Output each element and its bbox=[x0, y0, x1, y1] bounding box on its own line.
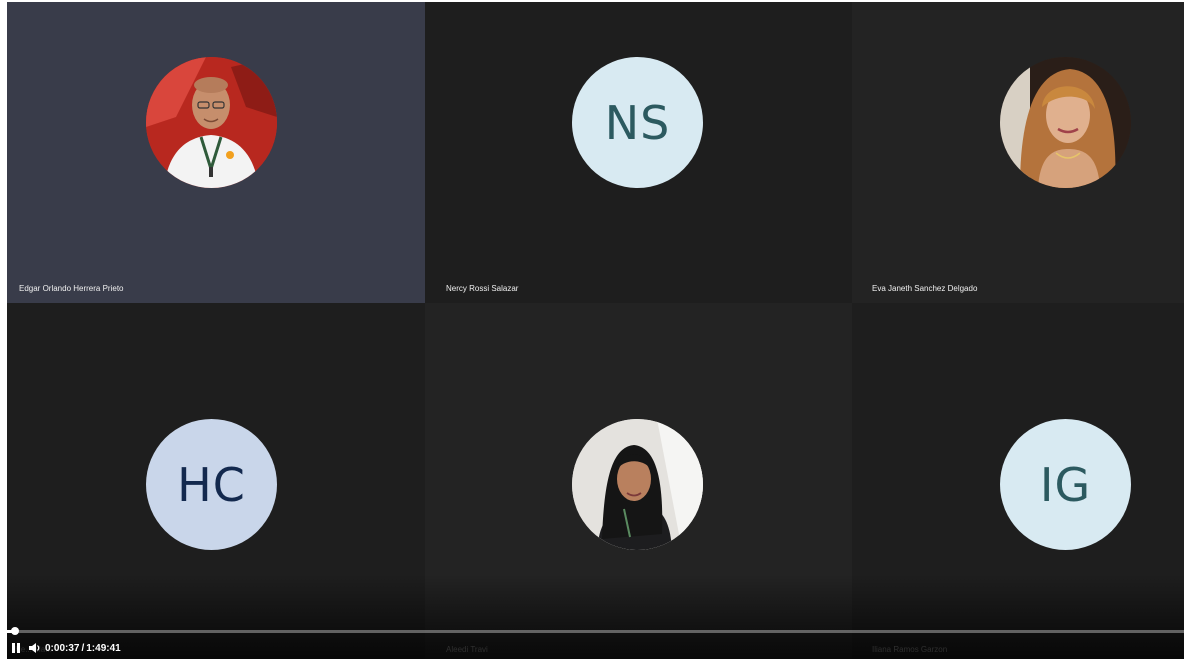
participant-name: Iliana Ramos Garzon bbox=[872, 645, 948, 654]
participant-avatar-photo bbox=[1000, 57, 1131, 188]
participant-avatar-initials: NS bbox=[572, 57, 703, 188]
participant-avatar-initials: HC bbox=[146, 419, 277, 550]
avatar-initials: IG bbox=[1039, 457, 1092, 512]
video-player[interactable]: Edgar Orlando Herrera Prieto NS Nercy Ro… bbox=[7, 2, 1184, 659]
participant-name: Eva Janeth Sanchez Delgado bbox=[872, 284, 978, 293]
seek-handle[interactable] bbox=[10, 627, 19, 635]
participant-avatar-photo bbox=[146, 57, 277, 188]
participant-tile-6: IG Iliana Ramos Garzon bbox=[852, 303, 1184, 659]
volume-button[interactable] bbox=[28, 640, 42, 656]
participant-avatar-photo bbox=[572, 419, 703, 550]
man-photo-icon bbox=[146, 57, 277, 188]
player-controls: 0:00:37 / 1:49:41 bbox=[7, 640, 121, 656]
participant-tile-2: NS Nercy Rossi Salazar bbox=[425, 2, 852, 303]
participant-name: Edgar Orlando Herrera Prieto bbox=[19, 284, 124, 293]
time-separator: / bbox=[81, 642, 85, 654]
participant-avatar-initials: IG bbox=[1000, 419, 1131, 550]
participant-tile-3: Eva Janeth Sanchez Delgado bbox=[852, 2, 1184, 303]
participant-tile-4: HC He... Ma... bbox=[7, 303, 425, 659]
volume-icon bbox=[29, 643, 40, 653]
seek-bar[interactable] bbox=[7, 627, 1184, 635]
duration: 1:49:41 bbox=[86, 642, 121, 654]
avatar-initials: NS bbox=[604, 95, 671, 150]
participant-tile-1: Edgar Orlando Herrera Prieto bbox=[7, 2, 425, 303]
woman-photo-icon bbox=[572, 419, 703, 550]
participant-name: Aleedi Travi bbox=[446, 645, 488, 654]
pause-button[interactable] bbox=[10, 640, 22, 656]
avatar-initials: HC bbox=[177, 457, 246, 512]
participant-name: Nercy Rossi Salazar bbox=[446, 284, 519, 293]
pause-icon bbox=[12, 643, 20, 653]
woman-photo-icon bbox=[1000, 57, 1131, 188]
current-time: 0:00:37 bbox=[45, 642, 80, 654]
participant-tile-5: Aleedi Travi bbox=[425, 303, 852, 659]
